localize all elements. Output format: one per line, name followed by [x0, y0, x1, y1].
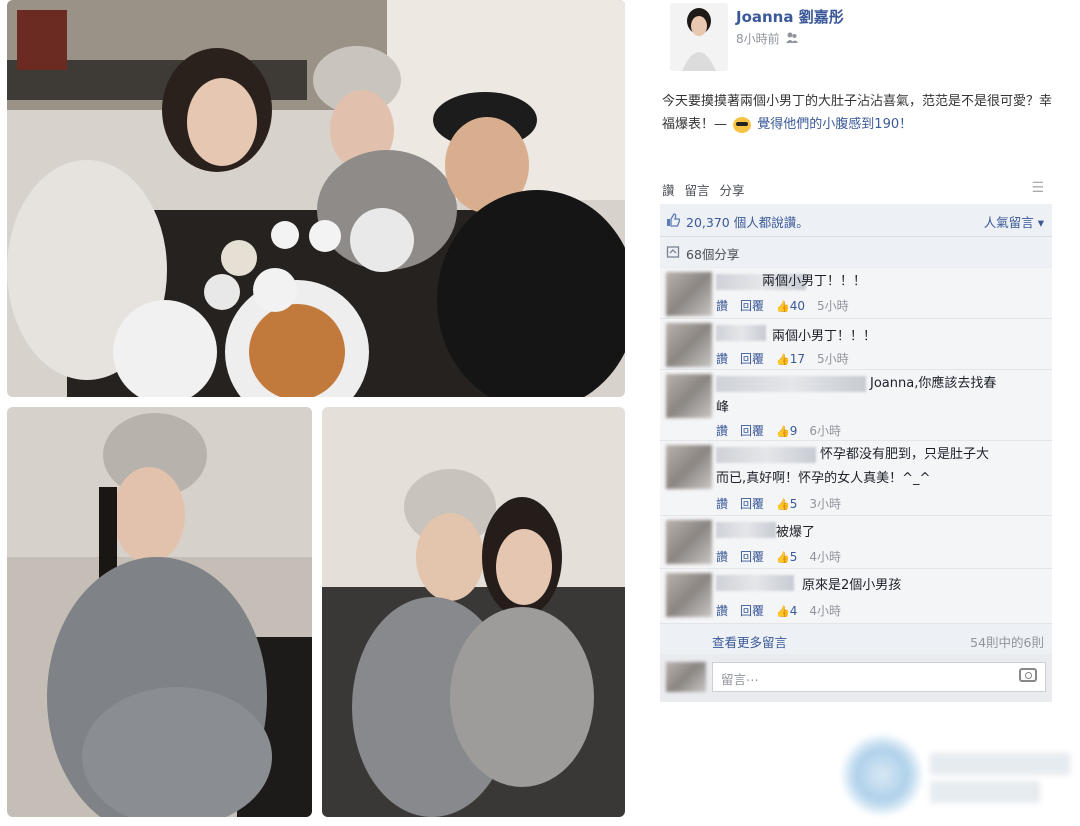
comment-text-line1: Joanna,你應該去找春: [870, 376, 997, 391]
feeling-text[interactable]: 覺得他們的小腹感到190！: [757, 117, 912, 132]
comment-text-line1: 怀孕都没有肥到，只是肚子大: [820, 447, 990, 462]
comment-reply-link[interactable]: 回覆: [740, 602, 764, 619]
comment-link[interactable]: 留言: [685, 180, 710, 199]
shares-row: 68個分享: [660, 237, 1052, 267]
comment-like-link[interactable]: 讚: [716, 495, 728, 512]
commenter-avatar[interactable]: [666, 323, 712, 367]
view-more-comments-link[interactable]: 查看更多留言: [712, 632, 787, 651]
shares-count[interactable]: 68個分享: [686, 244, 739, 263]
audience-icon[interactable]: [785, 31, 798, 46]
like-link[interactable]: 讚: [662, 180, 675, 199]
thumbs-up-icon: [666, 213, 681, 230]
pregnant-woman-photo[interactable]: [7, 407, 312, 817]
comment-time[interactable]: 4小時: [809, 602, 841, 619]
comment-reply-link[interactable]: 回覆: [740, 548, 764, 565]
comment-like-link[interactable]: 讚: [716, 602, 728, 619]
comment-item: 怀孕都没有肥到，只是肚子大 而已,真好啊！怀孕的女人真美！^_^ 讚 回覆 👍5…: [660, 441, 1052, 516]
comment-like-link[interactable]: 讚: [716, 422, 728, 439]
comments-panel: 20,370 個人都說讚。 人氣留言 ▾ 68個分享 兩個小男丁！！！ 讚 回覆…: [660, 204, 1052, 702]
comment-like-count[interactable]: 9: [790, 424, 798, 438]
top-comments-dropdown[interactable]: 人氣留言 ▾: [984, 212, 1044, 231]
share-link[interactable]: 分享: [720, 180, 745, 199]
comment-time[interactable]: 3小時: [809, 495, 841, 512]
comment-text-line2: 峰: [716, 400, 730, 415]
post-time[interactable]: 8小時前: [736, 30, 780, 47]
commenter-avatar[interactable]: [666, 374, 712, 418]
comment-time[interactable]: 6小時: [809, 422, 841, 439]
comment-like-count[interactable]: 4: [790, 604, 798, 618]
comment-reply-link[interactable]: 回覆: [740, 495, 764, 512]
comment-input-placeholder: 留言⋯: [721, 672, 759, 687]
comment-reply-link[interactable]: 回覆: [740, 350, 764, 367]
post-text: 今天要摸摸著兩個小男丁的大肚子沾沾喜氣，范范是不是很可愛？幸福爆表！— 覺得他們…: [662, 90, 1052, 136]
comment-footer: 讚 回覆 👍40 5小時: [716, 297, 849, 314]
watermark-blur: [930, 781, 1040, 803]
commenter-avatar[interactable]: [666, 520, 712, 564]
comment-text: 兩個小男丁！！！: [762, 274, 867, 289]
two-women-hug-photo[interactable]: [322, 407, 625, 817]
commenter-avatar[interactable]: [666, 445, 712, 489]
comment-like-link[interactable]: 讚: [716, 350, 728, 367]
comment-time[interactable]: 4小時: [809, 548, 841, 565]
comment-like-count[interactable]: 40: [790, 299, 805, 313]
comment-footer: 讚 回覆 👍17 5小時: [716, 350, 849, 367]
comment-input[interactable]: 留言⋯: [712, 662, 1046, 692]
camera-icon[interactable]: [1019, 668, 1037, 682]
comment-text: 原來是2個小男孩: [802, 578, 902, 593]
thumbs-up-icon: 👍: [776, 604, 790, 618]
more-comments-row: 查看更多留言 54則中的6則: [660, 624, 1052, 654]
thumbs-up-icon: 👍: [776, 424, 790, 438]
comment-item: 被爆了 讚 回覆 👍5 4小時: [660, 516, 1052, 569]
comments-count: 54則中的6則: [970, 635, 1044, 650]
watermark-logo: [842, 735, 1072, 815]
comment-like-count[interactable]: 5: [790, 497, 798, 511]
comment-item: 原來是2個小男孩 讚 回覆 👍4 4小時: [660, 569, 1052, 624]
comment-footer: 讚 回覆 👍4 4小時: [716, 602, 841, 619]
likes-count[interactable]: 20,370 個人都說讚。: [686, 212, 809, 231]
thumbs-up-icon: 👍: [776, 550, 790, 564]
comment-time[interactable]: 5小時: [817, 297, 849, 314]
comment-item: 兩個小男丁！！！ 讚 回覆 👍17 5小時: [660, 319, 1052, 370]
commenter-name-redacted[interactable]: [716, 575, 794, 591]
commenter-name-redacted[interactable]: [716, 376, 866, 392]
commenter-name-redacted[interactable]: [716, 325, 766, 341]
avatar[interactable]: [670, 3, 728, 71]
share-icon: [666, 245, 680, 262]
thumbs-up-icon: 👍: [776, 299, 790, 313]
comment-footer: 讚 回覆 👍9 6小時: [716, 422, 841, 439]
comment-footer: 讚 回覆 👍5 4小時: [716, 548, 841, 565]
post-meta: 8小時前: [736, 30, 798, 47]
commenter-name-redacted[interactable]: [716, 447, 816, 463]
comment-like-link[interactable]: 讚: [716, 548, 728, 565]
comment-like-count[interactable]: 17: [790, 352, 805, 366]
comment-item: Joanna,你應該去找春 峰 讚 回覆 👍9 6小時: [660, 370, 1052, 441]
author-name[interactable]: Joanna 劉嘉彤: [736, 6, 844, 27]
comment-like-count[interactable]: 5: [790, 550, 798, 564]
watermark-circle-icon: [842, 735, 922, 815]
comment-text-line2: 而已,真好啊！怀孕的女人真美！^_^: [716, 471, 931, 486]
comment-text: 兩個小男丁！！！: [772, 329, 877, 344]
comment-reply-link[interactable]: 回覆: [740, 297, 764, 314]
thumbs-up-icon: 👍: [776, 352, 790, 366]
group-dining-photo[interactable]: [7, 0, 625, 397]
post-header: Joanna 劉嘉彤 8小時前: [656, 0, 1056, 80]
facebook-post: Joanna 劉嘉彤 8小時前 今天要摸摸著兩個小男丁的大肚子沾沾喜氣，范范是不…: [656, 0, 1056, 705]
current-user-avatar: [666, 662, 706, 692]
thumbs-up-icon: 👍: [776, 497, 790, 511]
comment-item: 兩個小男丁！！！ 讚 回覆 👍40 5小時: [660, 268, 1052, 319]
post-actions: 讚 留言 分享: [662, 180, 745, 199]
commenter-avatar[interactable]: [666, 272, 712, 316]
comment-text: 被爆了: [776, 525, 816, 540]
comment-footer: 讚 回覆 👍5 3小時: [716, 495, 841, 512]
watermark-blur: [930, 753, 1070, 775]
comment-like-link[interactable]: 讚: [716, 297, 728, 314]
commenter-avatar[interactable]: [666, 573, 712, 617]
commenter-name-redacted[interactable]: [716, 522, 776, 538]
menu-icon[interactable]: ☰: [1031, 180, 1044, 196]
sunglasses-emoji-icon: [733, 116, 752, 133]
comment-time[interactable]: 5小時: [817, 350, 849, 367]
likes-row: 20,370 個人都說讚。 人氣留言 ▾: [660, 204, 1052, 237]
comment-reply-link[interactable]: 回覆: [740, 422, 764, 439]
